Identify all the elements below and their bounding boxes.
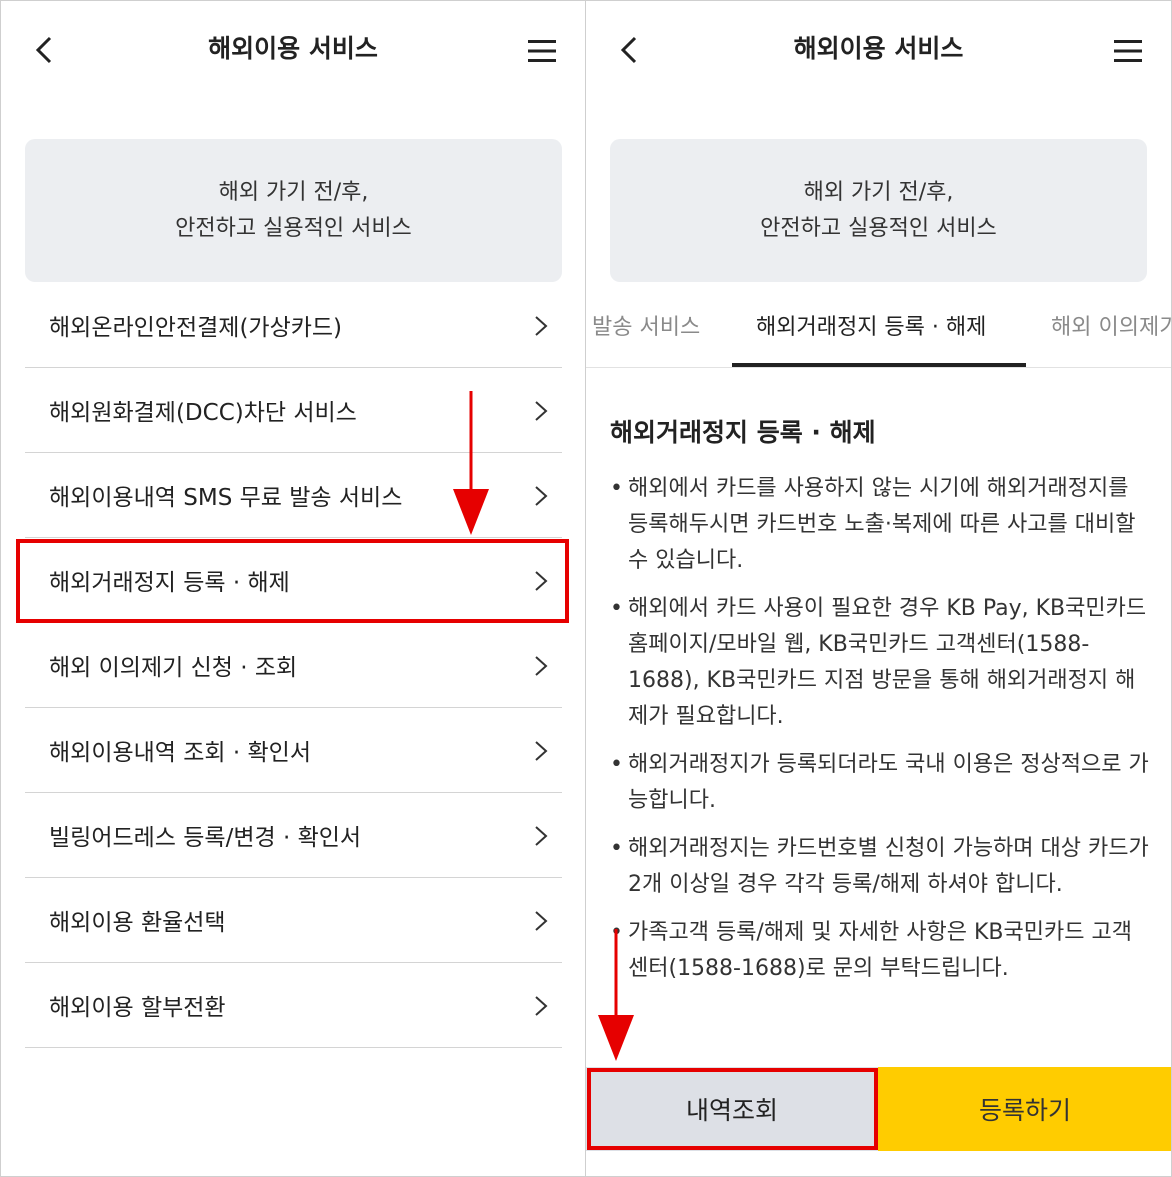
chevron-right-icon <box>535 401 548 421</box>
chevron-right-icon <box>535 996 548 1016</box>
list-item-label: 해외 이의제기 신청 · 조회 <box>49 655 298 681</box>
list-item-label: 해외온라인안전결제(가상카드) <box>49 315 343 341</box>
service-tabs: 발송 서비스 해외거래정지 등록 · 해제 해외 이의제기 <box>586 291 1171 368</box>
list-item-installment[interactable]: 해외이용 할부전환 <box>25 963 562 1048</box>
active-tab-indicator <box>732 363 1026 367</box>
banner-line-1: 해외 가기 전/후, <box>803 179 954 205</box>
bullet-item: 해외거래정지는 카드번호별 신청이 가능하며 대상 카드가 2개 이상일 경우 … <box>610 831 1150 903</box>
tab-sms-service[interactable]: 발송 서비스 <box>592 309 700 341</box>
list-item-label: 해외이용 환율선택 <box>49 910 226 936</box>
section-title: 해외거래정지 등록 · 해제 <box>610 418 876 447</box>
list-item-label: 해외원화결제(DCC)차단 서비스 <box>49 400 357 426</box>
banner-line-1: 해외 가기 전/후, <box>218 179 369 205</box>
list-item-dispute[interactable]: 해외 이의제기 신청 · 조회 <box>25 623 562 708</box>
bullet-item: 해외거래정지가 등록되더라도 국내 이용은 정상적으로 가능합니다. <box>610 747 1150 819</box>
annotation-arrow-down-icon <box>598 929 634 1061</box>
list-item-exchange-rate[interactable]: 해외이용 환율선택 <box>25 878 562 963</box>
hamburger-menu-icon[interactable] <box>1113 37 1143 65</box>
bullet-item: 해외에서 카드를 사용하지 않는 시기에 해외거래정지를 등록해두시면 카드번호… <box>610 471 1150 579</box>
chevron-right-icon <box>535 656 548 676</box>
right-screen: 해외이용 서비스 해외 가기 전/후, 안전하고 실용적인 서비스 발송 서비스… <box>586 0 1172 1177</box>
list-item-billing-address[interactable]: 빌링어드레스 등록/변경 · 확인서 <box>25 793 562 878</box>
intro-banner: 해외 가기 전/후, 안전하고 실용적인 서비스 <box>25 139 562 282</box>
list-item-usage-history[interactable]: 해외이용내역 조회 · 확인서 <box>25 708 562 793</box>
chevron-right-icon <box>535 486 548 506</box>
chevron-right-icon <box>535 911 548 931</box>
list-item-label: 빌링어드레스 등록/변경 · 확인서 <box>49 825 362 851</box>
list-item-label: 해외이용내역 조회 · 확인서 <box>49 740 312 766</box>
banner-line-2: 안전하고 실용적인 서비스 <box>175 215 412 241</box>
app-header: 해외이용 서비스 <box>1 1 585 101</box>
register-button[interactable]: 등록하기 <box>878 1067 1171 1151</box>
chevron-right-icon <box>535 316 548 336</box>
chevron-right-icon <box>535 826 548 846</box>
app-header: 해외이용 서비스 <box>586 1 1171 101</box>
intro-banner: 해외 가기 전/후, 안전하고 실용적인 서비스 <box>610 139 1147 282</box>
tab-overseas-block[interactable]: 해외거래정지 등록 · 해제 <box>756 309 986 341</box>
chevron-right-icon <box>535 741 548 761</box>
page-title: 해외이용 서비스 <box>793 34 964 63</box>
bullet-item: 해외에서 카드 사용이 필요한 경우 KB Pay, KB국민카드 홈페이지/모… <box>610 591 1150 735</box>
hamburger-menu-icon[interactable] <box>527 37 557 65</box>
highlight-box <box>16 539 569 623</box>
page-title: 해외이용 서비스 <box>208 34 378 63</box>
list-item-label: 해외이용 할부전환 <box>49 995 226 1021</box>
banner-line-2: 안전하고 실용적인 서비스 <box>760 215 997 241</box>
bullet-item: 가족고객 등록/해제 및 자세한 사항은 KB국민카드 고객센터(1588-16… <box>610 915 1150 987</box>
highlight-box <box>587 1068 878 1150</box>
tab-dispute[interactable]: 해외 이의제기 <box>1051 309 1171 341</box>
annotation-arrow-down-icon <box>453 391 489 535</box>
left-screen: 해외이용 서비스 해외 가기 전/후, 안전하고 실용적인 서비스 해외온라인안… <box>0 0 586 1177</box>
list-item-virtual-card[interactable]: 해외온라인안전결제(가상카드) <box>25 283 562 368</box>
list-item-label: 해외이용내역 SMS 무료 발송 서비스 <box>49 485 403 511</box>
info-bullet-list: 해외에서 카드를 사용하지 않는 시기에 해외거래정지를 등록해두시면 카드번호… <box>610 471 1150 999</box>
